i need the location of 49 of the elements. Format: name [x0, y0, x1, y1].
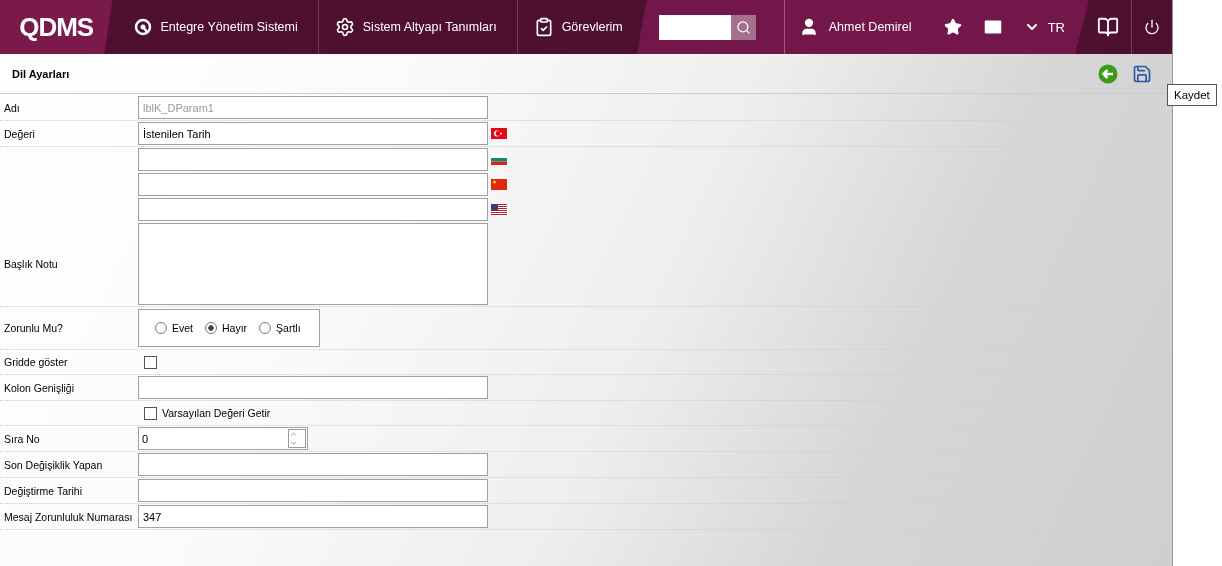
text-field[interactable]: 347 [138, 505, 488, 528]
field-label: Son Değişiklik Yapan [3, 458, 104, 471]
search-icon [735, 19, 751, 35]
radio-button[interactable] [259, 322, 272, 334]
field-label: Kolon Genişliği [3, 381, 76, 394]
radio-label: Şartlı [276, 322, 301, 334]
radio-label: Evet [172, 322, 193, 334]
checkbox-label: Varsayılan Değeri Getir [162, 407, 271, 419]
field-label: Değeri [3, 127, 36, 140]
text-field[interactable] [138, 453, 488, 476]
language-menu[interactable]: TR [1013, 0, 1075, 54]
field-label: Değiştirme Tarihi [3, 484, 83, 497]
text-field[interactable]: İstenilen Tarih [138, 122, 488, 145]
save-icon[interactable] [1132, 63, 1152, 84]
page-title: Dil Ayarları [12, 67, 70, 80]
text-area[interactable] [138, 223, 488, 305]
spinner-buttons[interactable] [288, 429, 306, 448]
gear-icon [334, 17, 355, 37]
radio-label: Hayır [222, 322, 248, 334]
text-field[interactable] [138, 376, 488, 399]
nav-label: Sistem Altyapı Tanımları [362, 20, 497, 34]
text-field[interactable] [138, 148, 488, 171]
field-label: Mesaj Zorunluluk Numarası [3, 510, 134, 523]
radio-button[interactable] [205, 322, 217, 334]
bulgaria-flag-icon [491, 154, 507, 165]
usa-flag-icon [491, 204, 507, 215]
number-field[interactable]: 0 [138, 427, 308, 450]
search-button[interactable] [730, 14, 756, 40]
china-flag-icon [491, 179, 507, 190]
field-label: Başlık Notu [3, 258, 59, 270]
text-field[interactable] [138, 479, 488, 502]
nav-label: Entegre Yönetim Sistemi [160, 20, 298, 34]
text-field[interactable] [138, 173, 488, 196]
field-label: Adı [3, 101, 21, 114]
checkbox[interactable] [144, 355, 157, 369]
radio-button[interactable] [155, 322, 167, 334]
turkey-flag-icon [491, 128, 507, 139]
checkbox[interactable] [144, 406, 157, 420]
tooltip: Kaydet [1167, 84, 1217, 106]
field-label: Gridde göster [3, 356, 69, 368]
text-field[interactable] [138, 198, 488, 221]
q-logo-icon [134, 18, 153, 36]
field-label: Sıra No [3, 432, 41, 445]
field-label: Zorunlu Mu? [3, 322, 64, 334]
nav-label: Görevlerim [561, 20, 623, 34]
user-menu[interactable]: Ahmet Demirel [784, 0, 934, 54]
logo[interactable]: QDMS [0, 0, 113, 54]
search-field[interactable] [658, 14, 731, 40]
nav-item[interactable]: Görevlerim [517, 0, 647, 54]
